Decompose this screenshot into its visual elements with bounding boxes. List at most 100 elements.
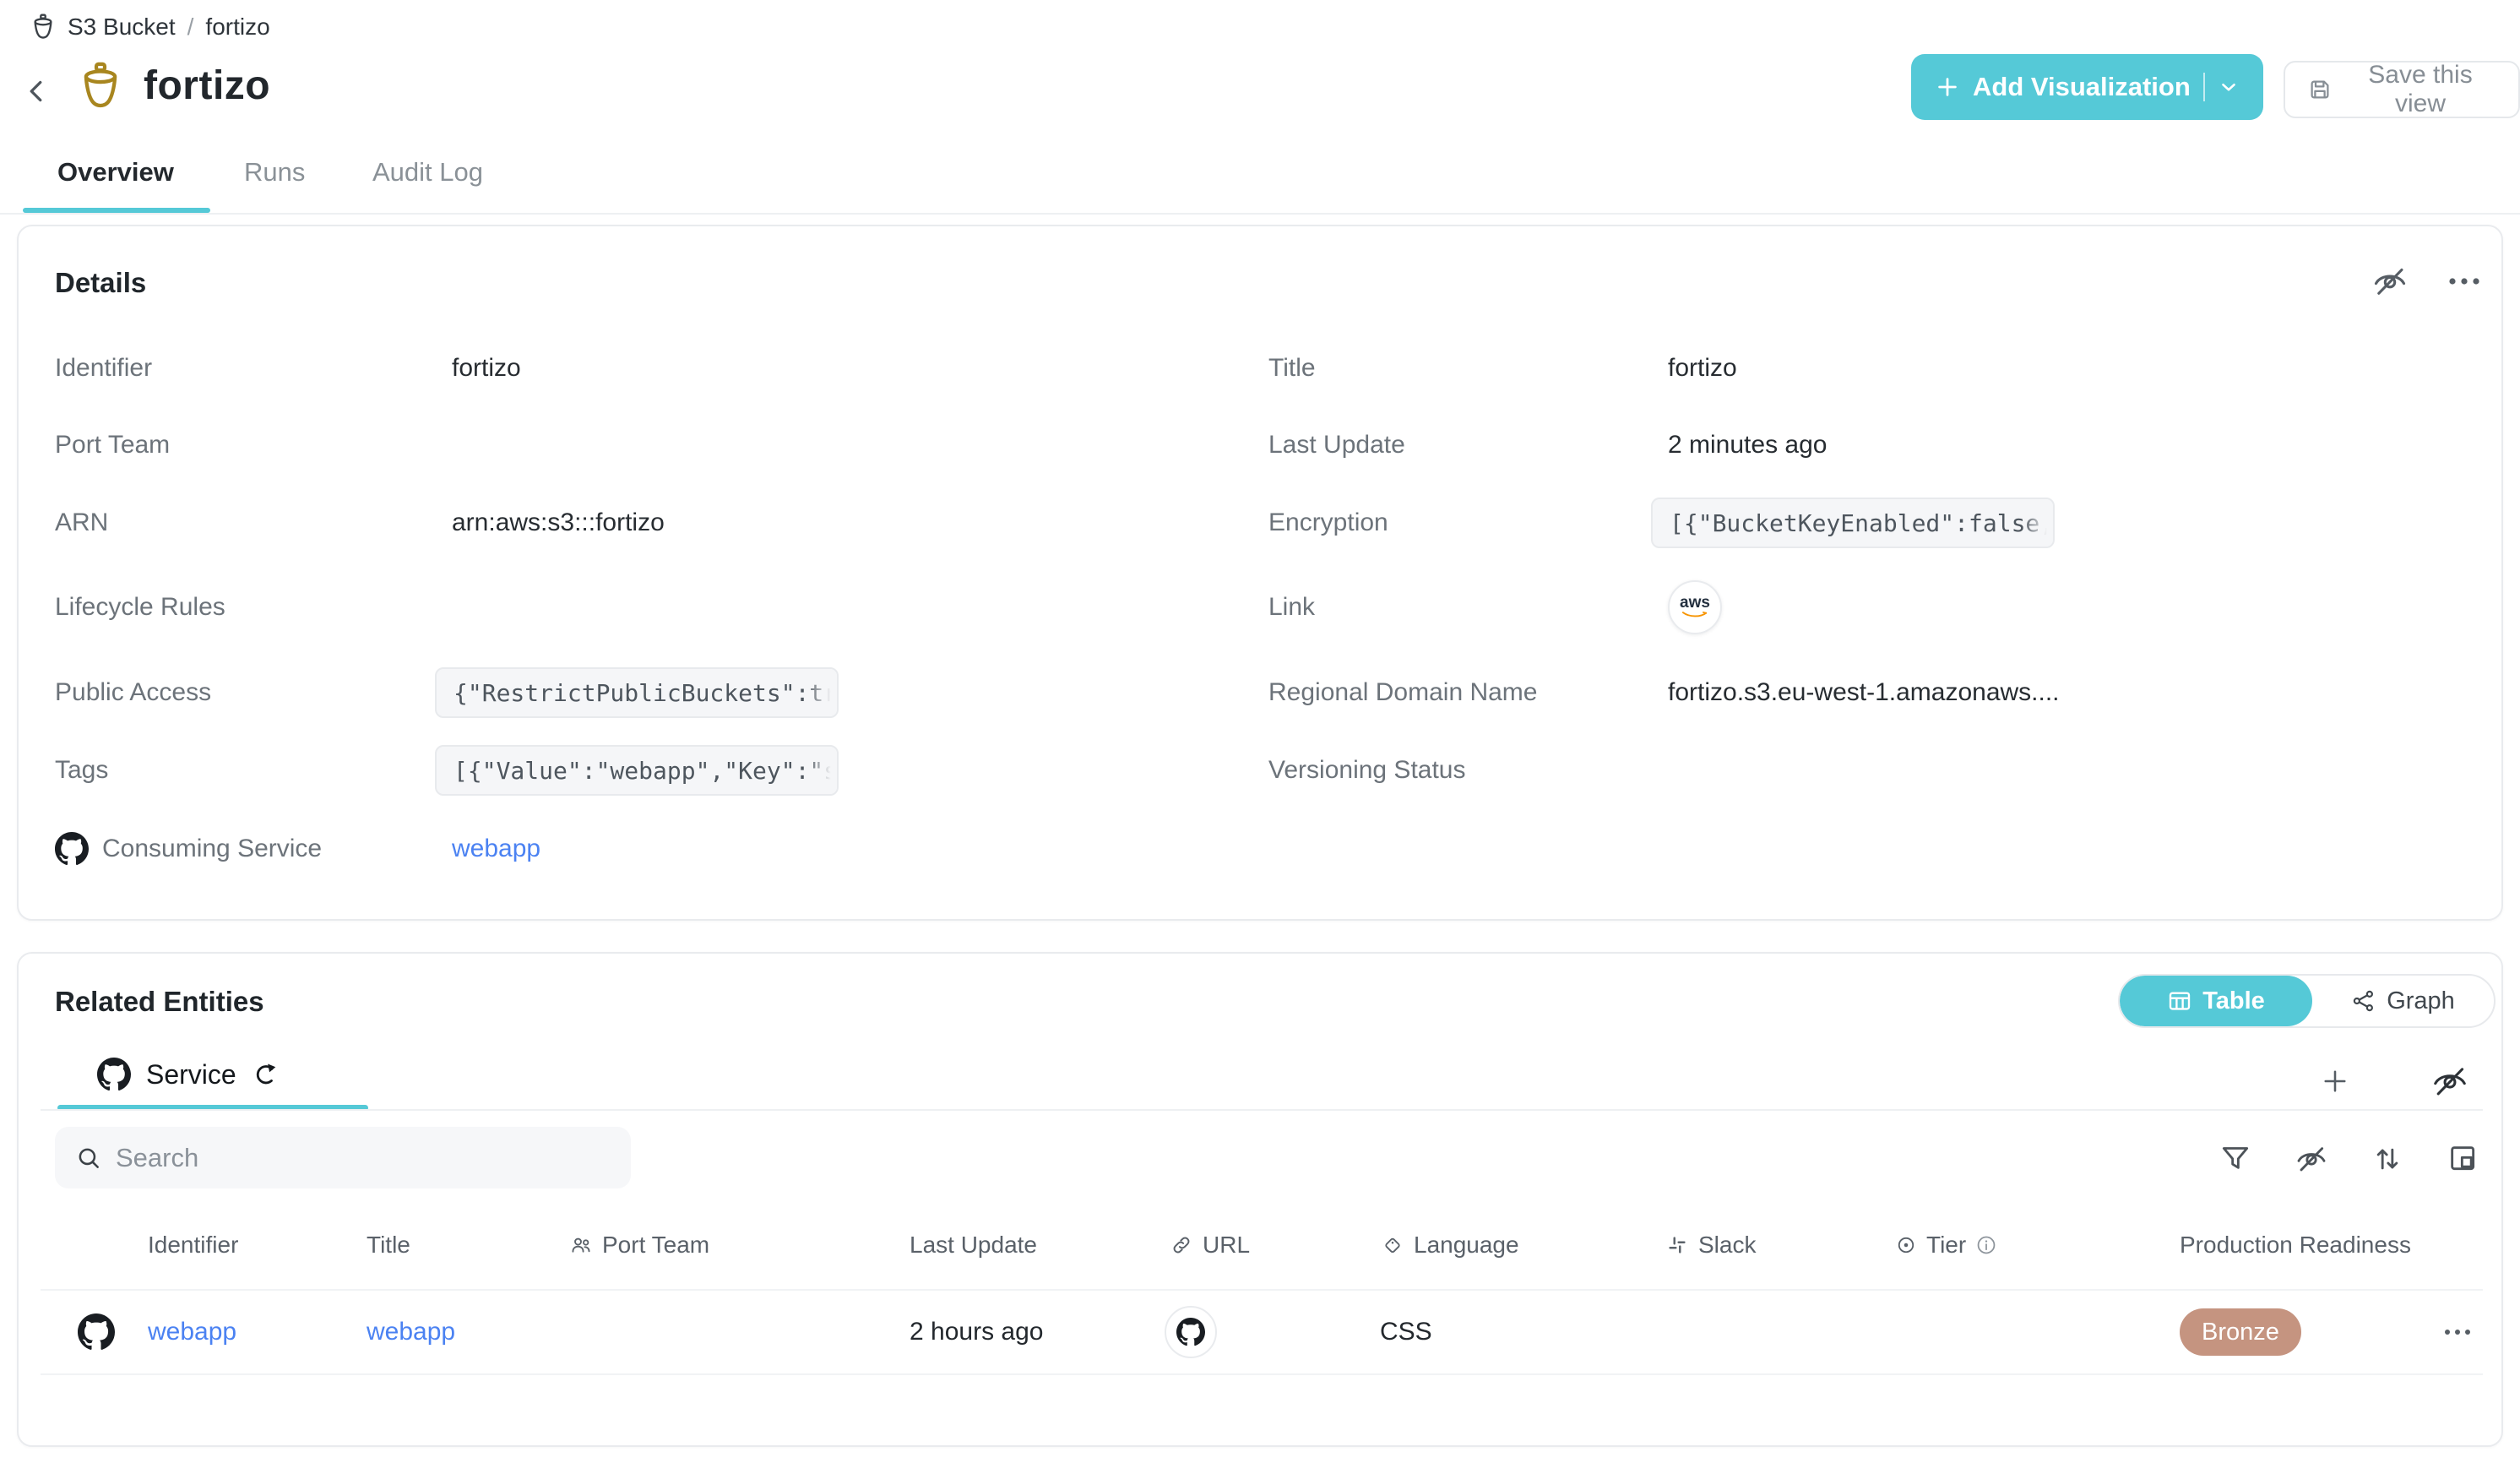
language-value: CSS <box>1380 1318 1432 1346</box>
github-icon <box>55 832 89 866</box>
breadcrumb-current: fortizo <box>205 14 269 41</box>
cell-title: webapp <box>367 1306 455 1358</box>
eye-slash-icon <box>2371 263 2409 300</box>
column-header-last-update[interactable]: Last Update <box>910 1227 1037 1263</box>
graph-view-button[interactable]: Graph <box>2312 976 2494 1026</box>
search-icon <box>75 1145 102 1172</box>
tabs-divider <box>0 213 2520 215</box>
team-icon <box>569 1233 593 1257</box>
github-icon <box>1176 1318 1205 1346</box>
field-label: Last Update <box>1268 431 1668 460</box>
tab-service-label: Service <box>146 1059 236 1090</box>
tab-audit-log[interactable]: Audit Log <box>372 157 483 188</box>
title-link[interactable]: webapp <box>367 1318 455 1346</box>
detail-row-tags: Tags [{"Value":"webapp","Key":"s <box>55 743 1254 797</box>
field-value: fortizo <box>452 354 521 383</box>
add-visualization-button[interactable]: Add Visualization <box>1911 54 2263 120</box>
column-header-title[interactable]: Title <box>367 1227 410 1263</box>
detail-row-link: Link aws <box>1268 580 2485 634</box>
github-icon <box>97 1058 131 1091</box>
tab-overview[interactable]: Overview <box>57 157 174 188</box>
bucket-icon <box>78 61 123 111</box>
hide-section-button[interactable] <box>2430 1062 2469 1101</box>
back-button[interactable] <box>19 73 56 110</box>
column-header-url[interactable]: URL <box>1170 1227 1250 1263</box>
details-card: Details Identifier fortizo Port Team ARN… <box>17 225 2503 921</box>
sort-icon <box>2371 1142 2404 1176</box>
breadcrumb-entity-type[interactable]: S3 Bucket <box>68 14 176 41</box>
info-icon[interactable] <box>1975 1234 1997 1256</box>
last-update-value: 2 hours ago <box>910 1318 1043 1346</box>
chevron-down-icon[interactable] <box>2218 76 2240 98</box>
column-header-port-team[interactable]: Port Team <box>569 1227 709 1263</box>
save-this-view-button[interactable]: Save this view <box>2284 61 2520 118</box>
view-toggle: Table Graph <box>2118 974 2496 1028</box>
field-value: fortizo.s3.eu-west-1.amazonaws.... <box>1668 678 2060 707</box>
target-icon <box>1895 1234 1917 1256</box>
field-value: arn:aws:s3:::fortizo <box>452 509 665 537</box>
detail-row-title: Title fortizo <box>1268 341 2485 395</box>
column-header-identifier[interactable]: Identifier <box>148 1227 238 1263</box>
relation-arrow-icon <box>252 1061 279 1088</box>
field-label: Versioning Status <box>1268 756 1668 785</box>
field-label: Encryption <box>1268 509 1668 537</box>
column-label: Identifier <box>148 1232 238 1259</box>
column-label: URL <box>1203 1232 1250 1259</box>
column-label: Port Team <box>602 1232 709 1259</box>
ellipsis-icon <box>2447 276 2481 286</box>
save-icon <box>2307 77 2333 102</box>
aws-icon: aws <box>1680 596 1710 611</box>
aws-smile-icon <box>1681 611 1708 619</box>
breadcrumb-separator: / <box>187 14 194 41</box>
tab-runs[interactable]: Runs <box>244 157 305 188</box>
detail-row-versioning-status: Versioning Status <box>1268 743 2485 797</box>
bucket-icon <box>30 14 56 41</box>
search-input[interactable] <box>116 1143 611 1173</box>
field-label: Lifecycle Rules <box>55 593 452 622</box>
hide-widget-button[interactable] <box>2371 263 2409 300</box>
related-entities-heading: Related Entities <box>55 986 264 1018</box>
detail-row-last-update: Last Update 2 minutes ago <box>1268 418 2485 472</box>
filter-button[interactable] <box>2219 1142 2252 1176</box>
detail-row-lifecycle-rules: Lifecycle Rules <box>55 580 1254 634</box>
column-label: Title <box>367 1232 410 1259</box>
production-readiness-badge: Bronze <box>2180 1308 2301 1356</box>
eye-slash-icon <box>2295 1142 2328 1176</box>
details-menu-button[interactable] <box>2447 276 2481 286</box>
column-header-production-readiness[interactable]: Production Readiness <box>2180 1227 2411 1263</box>
identifier-link[interactable]: webapp <box>148 1318 236 1346</box>
group-by-button[interactable] <box>2447 1142 2480 1176</box>
search-box <box>55 1127 631 1188</box>
table-view-button[interactable]: Table <box>2120 976 2312 1026</box>
column-header-tier[interactable]: Tier <box>1895 1227 1997 1263</box>
hide-columns-button[interactable] <box>2295 1142 2328 1176</box>
save-this-view-label: Save this view <box>2344 61 2496 118</box>
tag-icon <box>1381 1233 1404 1257</box>
aws-link-badge[interactable]: aws <box>1668 580 1722 634</box>
detail-row-encryption: Encryption [{"BucketKeyEnabled":false, <box>1268 496 2485 550</box>
add-visualization-label: Add Visualization <box>1973 72 2191 102</box>
github-url-link[interactable] <box>1165 1306 1217 1358</box>
json-value-chip: [{"BucketKeyEnabled":false, <box>1651 498 2055 548</box>
related-entities-card: Related Entities Table Graph <box>17 952 2503 1447</box>
json-value-text: [{"BucketKeyEnabled":false, <box>1670 509 2054 537</box>
field-value: fortizo <box>1668 354 1737 383</box>
field-label: Identifier <box>55 354 452 383</box>
tab-service[interactable]: Service <box>97 1052 279 1097</box>
column-header-language[interactable]: Language <box>1381 1227 1519 1263</box>
json-value-chip: {"RestrictPublicBuckets":tr <box>435 667 839 718</box>
column-label: Slack <box>1698 1232 1756 1259</box>
back-chevron-icon <box>22 76 52 106</box>
add-related-entity-button[interactable] <box>2320 1066 2350 1096</box>
row-menu-button[interactable] <box>2443 1306 2472 1358</box>
column-label: Production Readiness <box>2180 1232 2411 1259</box>
detail-row-regional-domain: Regional Domain Name fortizo.s3.eu-west-… <box>1268 666 2485 720</box>
field-label: ARN <box>55 509 452 537</box>
consuming-service-link[interactable]: webapp <box>452 835 540 863</box>
graph-view-label: Graph <box>2387 987 2455 1015</box>
sort-button[interactable] <box>2371 1142 2404 1176</box>
column-header-slack[interactable]: Slack <box>1665 1227 1756 1263</box>
field-label: Consuming Service <box>102 835 322 863</box>
json-value-text: [{"Value":"webapp","Key":"s <box>453 757 838 785</box>
filter-icon <box>2219 1142 2252 1176</box>
